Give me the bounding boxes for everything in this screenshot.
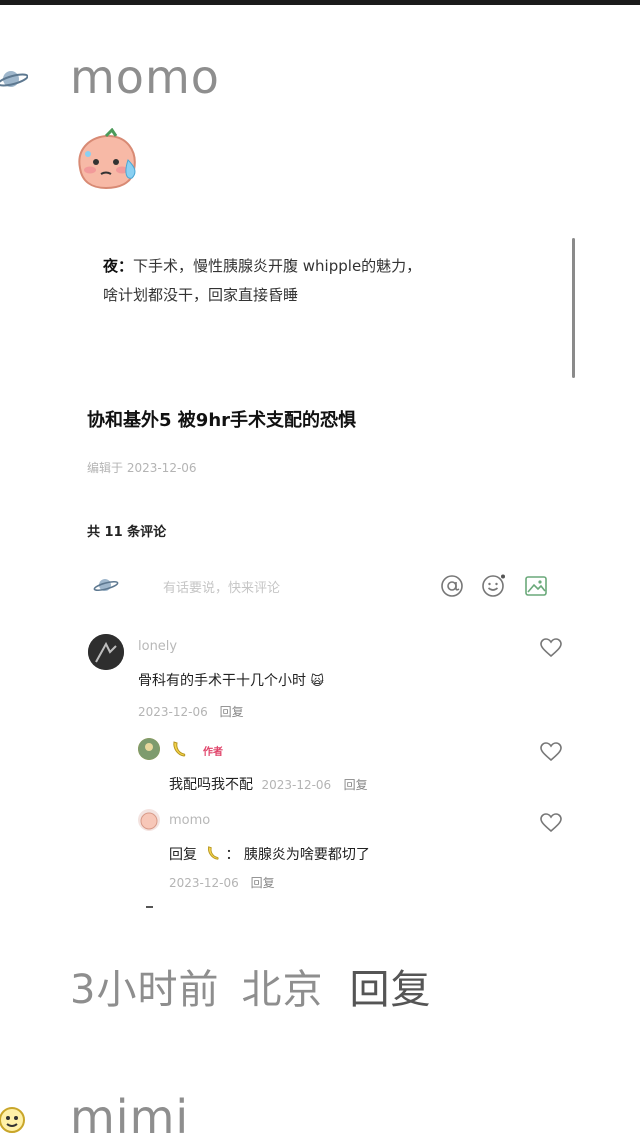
emoji-icon[interactable] — [481, 574, 505, 598]
reply-meta: 2023-12-06 回复 — [169, 874, 275, 891]
note-text-2: 啥计划都没干，回家直接昏睡 — [103, 286, 299, 304]
avatar-image-icon — [138, 738, 160, 760]
reply-date: 2023-12-06 — [169, 876, 239, 890]
reply-link[interactable]: 回复 — [220, 705, 244, 719]
note-label: 夜： — [103, 257, 134, 275]
comment-input[interactable]: 有话要说，快来评论 — [163, 577, 280, 596]
planet-avatar-icon[interactable] — [0, 68, 28, 90]
reply-link[interactable]: 回复 — [344, 778, 368, 792]
top-status-bar — [0, 0, 640, 5]
comment-meta: 2023-12-06 回复 — [138, 703, 244, 720]
like-heart-icon[interactable] — [540, 638, 562, 658]
comment-text: 骨科有的手术干十几个小时 🙀 — [138, 670, 324, 690]
avatar-image-icon — [140, 812, 158, 830]
reply-avatar[interactable] — [138, 738, 160, 760]
planet-small-icon — [93, 579, 119, 592]
comment-date: 2023-12-06 — [138, 705, 208, 719]
reply-link[interactable]: 回复 — [251, 876, 275, 890]
reply-prefix: 回复 — [169, 847, 197, 863]
banana-icon — [173, 741, 186, 757]
like-heart-icon[interactable] — [540, 813, 562, 833]
comment-footer: 3小时前 北京 回复 — [70, 957, 431, 1015]
at-icon[interactable] — [440, 574, 464, 598]
post-title: 协和基外5 被9hr手术支配的恐惧 — [87, 410, 357, 431]
reply-author[interactable]: momo — [169, 813, 210, 828]
reply-text: 回复 ： 胰腺炎为啥要都切了 — [169, 846, 370, 863]
post-note: 夜：下手术，慢性胰腺炎开腹 whipple的魅力， 啥计划都没干，回家直接昏睡 — [103, 252, 553, 310]
laugh-cat-icon: 🙀 — [310, 674, 325, 689]
comment-username[interactable]: mimi — [70, 1090, 189, 1144]
banana-icon — [208, 846, 220, 860]
image-icon[interactable] — [524, 574, 548, 598]
comment-time: 3小时前 — [70, 967, 220, 1013]
reply-text-content: 胰腺炎为啥要都切了 — [243, 847, 370, 863]
author-badge: 作者 — [203, 747, 223, 758]
post-edited-date: 编辑于 2023-12-06 — [87, 461, 197, 475]
note-text: 下手术，慢性胰腺炎开腹 whipple的魅力， — [133, 257, 422, 275]
reply-date: 2023-12-06 — [261, 778, 332, 792]
like-heart-icon[interactable] — [540, 742, 562, 762]
comment-author[interactable]: lonely — [138, 639, 177, 654]
more-indicator — [146, 906, 153, 908]
reply-text-content: 我配吗我不配 — [169, 777, 253, 793]
comment-username[interactable]: momo — [70, 50, 220, 104]
sticker-avatar-icon[interactable] — [0, 1104, 30, 1134]
reply-avatar[interactable] — [138, 809, 160, 831]
comment-location: 北京 — [241, 967, 324, 1013]
comment-text-content: 骨科有的手术干十几个小时 — [138, 673, 306, 689]
scroll-indicator — [572, 238, 575, 378]
comment-count: 共 11 条评论 — [87, 525, 167, 540]
reply-text: 我配吗我不配 2023-12-06 回复 — [169, 774, 368, 794]
reply-button[interactable]: 回复 — [349, 967, 431, 1013]
avatar[interactable] — [88, 634, 124, 670]
avatar-image-icon — [88, 634, 124, 670]
sweating-face-sticker-icon — [78, 128, 136, 190]
